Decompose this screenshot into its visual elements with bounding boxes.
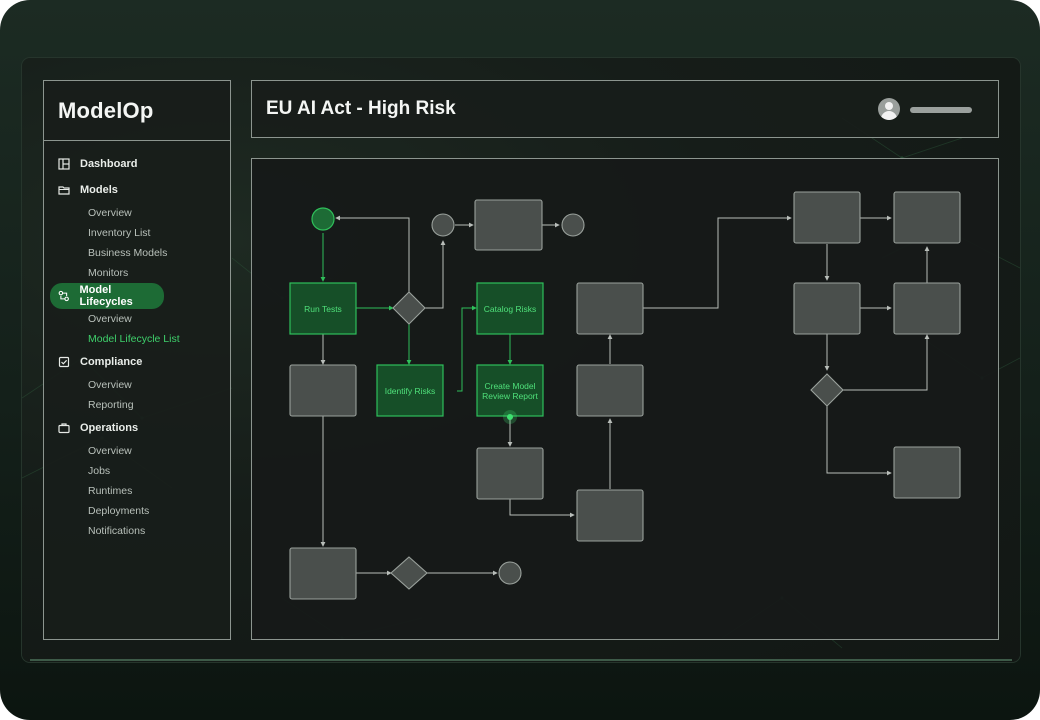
task-node: [893, 282, 961, 335]
connector: [826, 406, 892, 476]
sidebar-item-models[interactable]: Models: [44, 177, 230, 203]
sidebar-subitem-operations-overview[interactable]: Overview: [44, 441, 230, 461]
sidebar-subitem-models-overview[interactable]: Overview: [44, 203, 230, 223]
sidebar-subitem-deployments[interactable]: Deployments: [44, 501, 230, 521]
task-node: [576, 364, 644, 417]
start-event: [311, 207, 335, 231]
task-node: [289, 547, 357, 600]
sidebar-subitem-business-models[interactable]: Business Models: [44, 243, 230, 263]
sidebar: ModelOp Dashboard Models Overview Invent…: [43, 80, 231, 640]
task-node: [474, 199, 543, 251]
task-node: [793, 282, 861, 335]
sidebar-item-dashboard[interactable]: Dashboard: [44, 151, 230, 177]
sidebar-subitem-reporting[interactable]: Reporting: [44, 395, 230, 415]
task-node: [476, 447, 544, 500]
sidebar-subitem-compliance-overview[interactable]: Overview: [44, 375, 230, 395]
task-node: [793, 191, 861, 244]
task-node: [893, 446, 961, 499]
device-frame: ModelOp Dashboard Models Overview Invent…: [0, 0, 1040, 720]
lifecycle-icon: [58, 290, 69, 302]
connector: [335, 215, 410, 292]
workflow-diagram: [289, 191, 961, 600]
end-event: [498, 561, 522, 585]
task-node: [576, 489, 644, 542]
avatar-head: [885, 102, 893, 110]
sidebar-item-label: Models: [80, 184, 118, 196]
connector: [509, 498, 575, 518]
page-header: EU AI Act - High Risk: [251, 80, 999, 138]
app-logo[interactable]: ModelOp: [58, 98, 154, 124]
sidebar-subitem-jobs[interactable]: Jobs: [44, 461, 230, 481]
app-window: ModelOp Dashboard Models Overview Invent…: [22, 58, 1020, 662]
end-event: [561, 213, 585, 237]
user-avatar-icon[interactable]: [878, 98, 900, 120]
sidebar-item-compliance[interactable]: Compliance: [44, 349, 230, 375]
screen-bottom-edge: [30, 659, 1012, 661]
sidebar-item-label: Operations: [80, 422, 139, 434]
avatar-body: [881, 111, 897, 120]
decision-gateway: [392, 291, 426, 325]
checklist-icon: [58, 356, 70, 368]
connector: [643, 215, 792, 309]
logo-area: ModelOp: [44, 81, 230, 141]
decision-gateway: [810, 373, 844, 407]
sidebar-subitem-monitors[interactable]: Monitors: [44, 263, 230, 283]
briefcase-icon: [58, 423, 70, 434]
page-title: EU AI Act - High Risk: [266, 98, 456, 119]
workflow-canvas: Run Tests Identify Risks Catalog Risks C…: [251, 158, 999, 640]
sidebar-item-label: Dashboard: [80, 158, 138, 170]
sidebar-subitem-notifications[interactable]: Notifications: [44, 521, 230, 541]
sidebar-nav: Dashboard Models Overview Inventory List…: [44, 141, 230, 541]
intermediate-event: [431, 213, 455, 237]
sidebar-item-label: Model Lifecycles: [79, 284, 133, 308]
connector: [457, 305, 477, 392]
task-node: [576, 282, 644, 335]
connector: [425, 240, 446, 309]
sidebar-item-label: Compliance: [80, 356, 143, 368]
decision-gateway: [390, 556, 428, 590]
sidebar-subitem-lifecycles-overview[interactable]: Overview: [44, 309, 230, 329]
connector: [843, 334, 930, 391]
create-report-label[interactable]: Create Model Review Report: [480, 365, 540, 416]
identify-risks-label[interactable]: Identify Risks: [377, 365, 443, 416]
sidebar-item-operations[interactable]: Operations: [44, 415, 230, 441]
user-name-placeholder[interactable]: [910, 107, 972, 113]
sidebar-item-model-lifecycles[interactable]: Model Lifecycles: [50, 283, 164, 309]
task-node: [289, 364, 357, 417]
run-tests-label[interactable]: Run Tests: [290, 283, 356, 334]
catalog-risks-label[interactable]: Catalog Risks: [477, 283, 543, 334]
folder-icon: [58, 186, 70, 195]
dashboard-icon: [58, 158, 70, 170]
task-node: [893, 191, 961, 244]
sidebar-subitem-runtimes[interactable]: Runtimes: [44, 481, 230, 501]
sidebar-subitem-model-lifecycle-list[interactable]: Model Lifecycle List: [44, 329, 230, 349]
sidebar-subitem-inventory-list[interactable]: Inventory List: [44, 223, 230, 243]
